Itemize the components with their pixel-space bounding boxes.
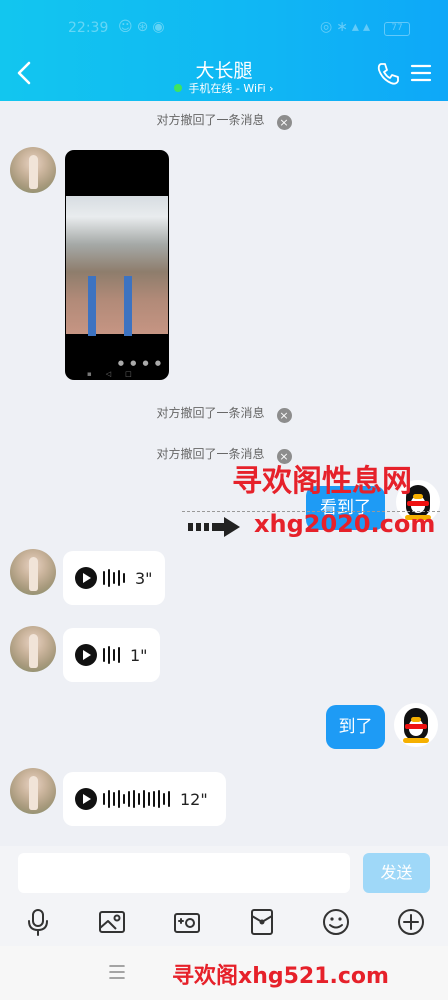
image-icon[interactable] — [97, 907, 127, 937]
online-status-label: 手机在线 - WiFi › — [188, 82, 274, 95]
play-icon[interactable] — [75, 567, 97, 589]
menu-icon[interactable] — [410, 62, 432, 84]
voice-message[interactable]: 12" — [63, 772, 226, 826]
play-icon[interactable] — [75, 788, 97, 810]
composer-toolbar — [0, 900, 448, 946]
watermark-text: 寻欢阁性息网 — [232, 464, 412, 499]
nav-menu-icon[interactable] — [108, 962, 126, 982]
voice-message[interactable]: 1" — [63, 628, 160, 682]
waveform-icon — [103, 645, 123, 665]
close-icon[interactable]: × — [276, 115, 292, 130]
close-icon[interactable]: × — [276, 408, 292, 423]
video-controls: ● ● ● ● — [117, 359, 163, 367]
recall-notice: 对方撤回了一条消息 × — [0, 404, 448, 423]
microphone-icon[interactable] — [23, 907, 53, 937]
contact-avatar[interactable] — [10, 147, 56, 193]
contact-avatar[interactable] — [10, 626, 56, 672]
online-dot-icon — [174, 84, 183, 92]
status-time: 22:39 — [68, 20, 109, 36]
voice-duration: 1" — [130, 645, 148, 665]
red-packet-icon[interactable] — [247, 907, 277, 937]
recall-notice: 对方撤回了一条消息 × — [0, 111, 448, 130]
play-icon[interactable] — [75, 644, 97, 666]
recall-notice-text: 对方撤回了一条消息 — [156, 113, 265, 127]
phone-icon[interactable] — [374, 60, 402, 88]
my-avatar[interactable] — [394, 703, 438, 747]
voice-duration: 3" — [135, 568, 153, 588]
waveform-icon — [103, 568, 128, 588]
video-nav-icons: ▪◁□ — [87, 370, 146, 378]
plus-icon[interactable] — [396, 907, 426, 937]
voice-duration: 12" — [180, 789, 208, 809]
video-message[interactable]: ● ● ● ● ▪◁□ — [65, 150, 169, 380]
waveform-icon — [103, 789, 173, 809]
battery-icon: 77 — [384, 22, 410, 36]
send-button[interactable]: 发送 — [363, 853, 430, 893]
watermark-bottom: 寻欢阁xhg521.com — [172, 964, 389, 989]
watermark-arrow-icon — [188, 517, 240, 537]
contact-avatar[interactable] — [10, 549, 56, 595]
recall-notice-text: 对方撤回了一条消息 — [156, 406, 265, 420]
video-thumbnail — [66, 196, 168, 336]
status-bar: 22:39 ☺⊛◉ ◎∗▴▴ 77 — [0, 18, 448, 42]
message-input[interactable] — [18, 853, 350, 893]
camera-icon[interactable] — [172, 907, 202, 937]
my-message-bubble[interactable]: 到了 — [326, 705, 385, 749]
chat-header: 22:39 ☺⊛◉ ◎∗▴▴ 77 大长腿 手机在线 - WiFi › — [0, 0, 448, 101]
status-system-icons: ◎∗▴▴ — [319, 19, 374, 35]
emoji-icon[interactable] — [321, 907, 351, 937]
status-notification-icons: ☺⊛◉ — [118, 19, 169, 35]
voice-message[interactable]: 3" — [63, 551, 165, 605]
watermark-url: xhg2020.com — [254, 510, 436, 538]
contact-avatar[interactable] — [10, 768, 56, 814]
